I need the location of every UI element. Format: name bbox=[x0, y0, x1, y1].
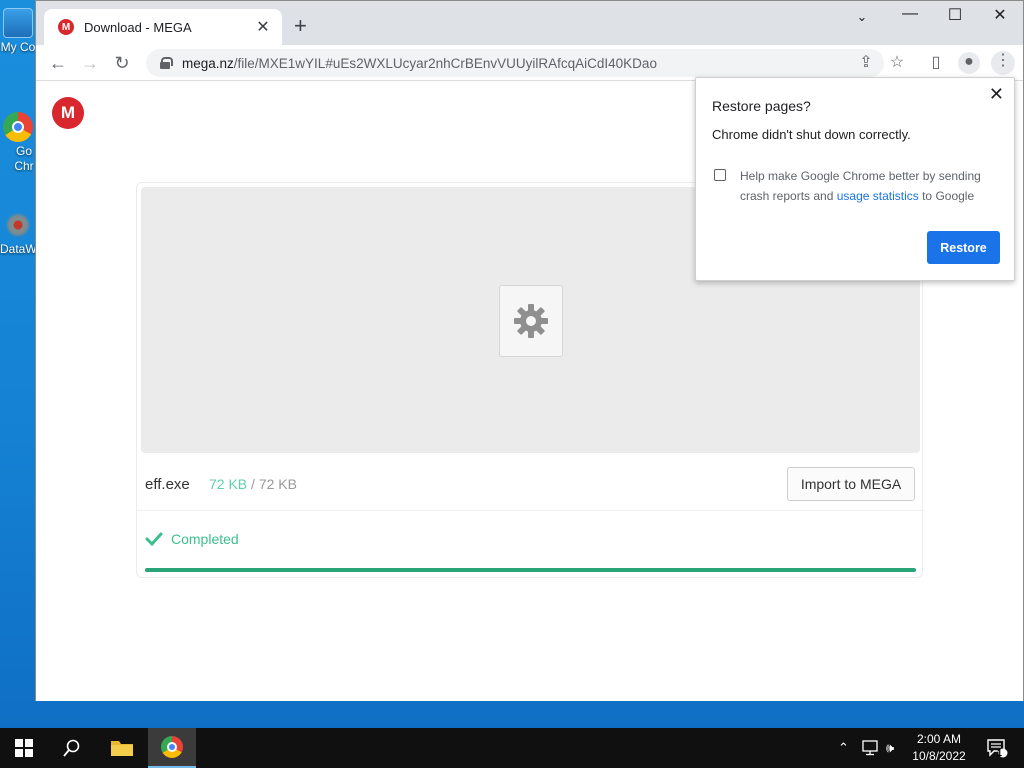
search-icon bbox=[63, 739, 80, 757]
share-icon[interactable]: ⇪ bbox=[856, 53, 876, 73]
file-size: 72 KB / 72 KB bbox=[209, 476, 297, 492]
start-button[interactable] bbox=[0, 728, 48, 768]
reload-button[interactable]: ↻ bbox=[110, 51, 134, 75]
url-path: /file/MXE1wYIL#uEs2WXLUcyar2nhCrBEnvVUUy… bbox=[233, 55, 657, 71]
folder-icon bbox=[111, 741, 133, 756]
desktop-icon-dataw[interactable]: DataW bbox=[0, 210, 36, 256]
total-size: 72 KB bbox=[258, 476, 297, 492]
file-info-row: eff.exe 72 KB / 72 KB Import to MEGA bbox=[137, 457, 924, 511]
crash-report-checkbox[interactable] bbox=[714, 169, 726, 181]
desktop-icon-label: DataW bbox=[0, 242, 36, 256]
chrome-icon bbox=[161, 736, 183, 758]
address-bar[interactable]: mega.nz/file/MXE1wYIL#uEs2WXLUcyar2nhCrB… bbox=[146, 49, 884, 77]
tab-strip: M Download - MEGA ✕ + ⌄ — ☐ ✕ bbox=[36, 1, 1023, 45]
usage-statistics-link[interactable]: usage statistics bbox=[837, 189, 919, 203]
volume-tray-icon[interactable]: 🕪 bbox=[886, 728, 894, 768]
side-panel-icon[interactable]: ▯ bbox=[926, 53, 946, 73]
chrome-taskbar-button[interactable] bbox=[148, 728, 196, 768]
url-host: mega.nz bbox=[182, 55, 234, 71]
lock-icon bbox=[160, 57, 173, 69]
desktop-icon-my-computer[interactable]: My Co bbox=[0, 8, 36, 54]
progress-fill bbox=[145, 568, 916, 572]
dialog-message: Chrome didn't shut down correctly. bbox=[712, 127, 911, 142]
network-tray-icon[interactable] bbox=[862, 728, 880, 768]
dialog-title: Restore pages? bbox=[712, 98, 811, 114]
tab-title: Download - MEGA bbox=[84, 19, 192, 35]
restore-pages-dialog: Restore pages? ✕ Chrome didn't shut down… bbox=[695, 77, 1015, 281]
browser-toolbar: ← → ↻ mega.nz/file/MXE1wYIL#uEs2WXLUcyar… bbox=[36, 45, 1023, 81]
notification-count: 1 bbox=[997, 748, 1003, 758]
network-icon bbox=[862, 740, 878, 756]
browser-window: M Download - MEGA ✕ + ⌄ — ☐ ✕ ← → ↻ mega… bbox=[35, 0, 1024, 701]
mega-logo[interactable]: M bbox=[52, 97, 84, 129]
bookmark-star-icon[interactable]: ☆ bbox=[887, 53, 907, 73]
search-button[interactable] bbox=[48, 728, 96, 768]
chrome-menu-icon[interactable]: ⋮ bbox=[991, 51, 1015, 75]
url-text: mega.nz/file/MXE1wYIL#uEs2WXLUcyar2nhCrB… bbox=[182, 56, 657, 71]
show-hidden-icons-button[interactable]: ⌃ bbox=[838, 728, 849, 768]
restore-button[interactable]: Restore bbox=[927, 231, 1000, 264]
file-name: eff.exe bbox=[145, 476, 190, 493]
system-clock[interactable]: 2:00 AM 10/8/2022 bbox=[906, 731, 972, 765]
minimize-button[interactable]: — bbox=[887, 5, 933, 23]
desktop-icon-label: My Co bbox=[0, 40, 36, 54]
clock-time: 2:00 AM bbox=[916, 732, 962, 746]
dialog-close-icon[interactable]: ✕ bbox=[989, 84, 1004, 105]
downloaded-size: 72 KB bbox=[209, 476, 248, 492]
back-button[interactable]: ← bbox=[46, 51, 70, 75]
new-tab-button[interactable]: + bbox=[294, 13, 307, 39]
tab-download-mega[interactable]: M Download - MEGA ✕ bbox=[44, 9, 282, 45]
forward-button[interactable]: → bbox=[78, 51, 102, 75]
chrome-icon bbox=[3, 112, 33, 142]
clock-date: 10/8/2022 bbox=[912, 749, 966, 763]
tab-close-icon[interactable]: ✕ bbox=[254, 17, 272, 37]
import-to-mega-button[interactable]: Import to MEGA bbox=[787, 467, 915, 501]
generic-file-icon bbox=[499, 285, 563, 357]
close-window-button[interactable]: ✕ bbox=[977, 5, 1023, 25]
mega-favicon-icon: M bbox=[58, 19, 74, 35]
chevron-up-icon: ⌃ bbox=[838, 740, 849, 755]
notification-center-button[interactable]: 1 bbox=[982, 728, 1012, 768]
status-label: Completed bbox=[171, 531, 239, 547]
windows-logo-icon bbox=[15, 739, 33, 757]
profile-avatar-icon[interactable]: ● bbox=[958, 52, 980, 74]
taskbar: ⌃ 🕪 2:00 AM 10/8/2022 1 bbox=[0, 728, 1024, 768]
tab-search-chevron-icon[interactable]: ⌄ bbox=[839, 9, 885, 25]
desktop-icon-label: Go Chr bbox=[14, 144, 34, 173]
size-separator: / bbox=[251, 476, 255, 492]
file-explorer-button[interactable] bbox=[98, 728, 146, 768]
checkbox-text-after: to Google bbox=[918, 189, 975, 203]
checkbox-label: Help make Google Chrome better by sendin… bbox=[740, 166, 1002, 206]
gear-icon bbox=[514, 304, 548, 338]
maximize-button[interactable]: ☐ bbox=[932, 5, 978, 25]
computer-icon bbox=[3, 8, 33, 38]
network-icon bbox=[3, 210, 33, 240]
desktop-icon-google-chrome[interactable]: Go Chr bbox=[0, 112, 36, 174]
download-status: Completed bbox=[145, 531, 239, 547]
speaker-icon: 🕪 bbox=[886, 740, 895, 755]
checkmark-icon bbox=[145, 532, 163, 547]
download-progress-bar bbox=[145, 568, 916, 572]
